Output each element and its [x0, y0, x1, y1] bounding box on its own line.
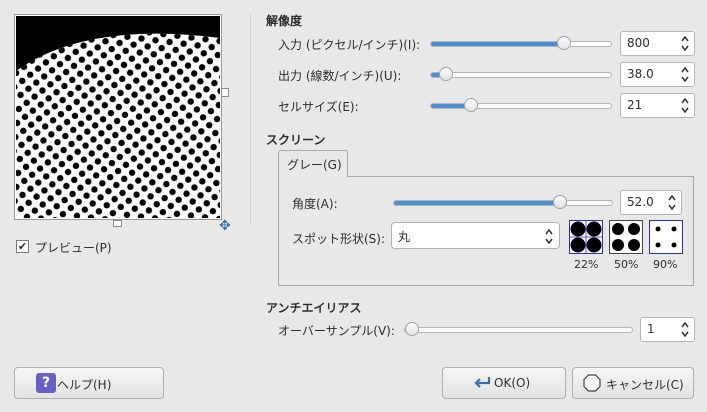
cell-size-spinner[interactable]: 21	[620, 93, 695, 118]
slider-thumb[interactable]	[439, 67, 453, 81]
cancel-button[interactable]: キャンセル(C)	[572, 367, 694, 399]
ok-button-label[interactable]: OK(O)	[494, 376, 530, 390]
preview-panel	[14, 14, 222, 220]
help-icon: ?	[36, 373, 56, 393]
output-lpi-spinner[interactable]: 38.0	[620, 62, 695, 87]
preview-vscroll-handle[interactable]	[221, 88, 229, 97]
angle-spinner[interactable]: 52.0	[620, 190, 682, 215]
spot-shape-select[interactable]: 丸	[391, 222, 560, 249]
halftone-preview-image	[16, 16, 220, 218]
swatch-90-image	[649, 220, 683, 254]
ok-button[interactable]: OK(O)	[442, 367, 566, 399]
spot-shape-value[interactable]: 丸	[398, 228, 410, 245]
output-lpi-label: 出力 (線数/インチ)(U):	[278, 69, 402, 83]
slider-thumb[interactable]	[553, 195, 567, 209]
angle-label: 角度(A):	[292, 197, 338, 211]
help-button-label[interactable]: ヘルプ(H)	[57, 376, 111, 393]
spin-arrows-icon[interactable]	[680, 320, 690, 339]
cell-size-slider[interactable]	[430, 98, 612, 112]
cell-size-value[interactable]: 21	[627, 98, 642, 112]
swatch-90-label: 90%	[653, 258, 678, 271]
cell-size-label: セルサイズ(E):	[278, 100, 359, 114]
navigate-move-icon[interactable]: ✥	[219, 219, 233, 233]
slider-thumb[interactable]	[557, 36, 571, 50]
angle-slider[interactable]	[393, 195, 613, 209]
slider-thumb[interactable]	[405, 322, 419, 336]
swatch-50-image	[609, 220, 643, 254]
tab-gray[interactable]: グレー(G)	[278, 150, 348, 177]
input-resolution-slider[interactable]	[430, 36, 612, 50]
oversample-label: オーバーサンプル(V):	[278, 324, 395, 338]
preview-checkbox-label[interactable]: プレビュー(P)	[35, 239, 112, 256]
spin-arrows-icon[interactable]	[680, 96, 690, 115]
return-arrow-icon	[474, 377, 491, 388]
angle-value[interactable]: 52.0	[627, 195, 654, 209]
cancel-icon	[583, 374, 601, 392]
oversample-value[interactable]: 1	[647, 322, 655, 336]
spot-shape-label: スポット形状(S):	[292, 232, 386, 246]
swatch-22-image	[569, 220, 603, 254]
spin-arrows-icon[interactable]	[680, 34, 690, 53]
combo-arrows-icon[interactable]	[544, 227, 554, 246]
input-resolution-spinner[interactable]: 800	[620, 31, 695, 56]
swatch-22-label: 22%	[574, 258, 599, 271]
slider-thumb[interactable]	[464, 98, 478, 112]
output-lpi-slider[interactable]	[430, 67, 612, 81]
preview-checkbox[interactable]: ✔	[16, 240, 29, 253]
oversample-slider[interactable]	[404, 322, 633, 336]
help-button[interactable]: ? ヘルプ(H)	[14, 367, 164, 399]
vertical-divider	[250, 14, 251, 224]
output-lpi-value[interactable]: 38.0	[627, 67, 654, 81]
swatch-50-label: 50%	[614, 258, 639, 271]
spin-arrows-icon[interactable]	[667, 193, 677, 212]
tab-gray-label[interactable]: グレー(G)	[287, 156, 342, 173]
input-resolution-label: 入力 (ピクセル/インチ)(I):	[278, 38, 421, 52]
preview-hscroll[interactable]	[14, 219, 220, 227]
preview-vscroll[interactable]	[221, 14, 229, 218]
antialias-header: アンチエイリアス	[266, 301, 362, 315]
screen-header: スクリーン	[266, 133, 326, 147]
preview-hscroll-handle[interactable]	[113, 220, 122, 227]
resolution-header: 解像度	[266, 14, 303, 28]
oversample-spinner[interactable]: 1	[640, 317, 695, 342]
spin-arrows-icon[interactable]	[680, 65, 690, 84]
input-resolution-value[interactable]: 800	[627, 36, 650, 50]
cancel-button-label[interactable]: キャンセル(C)	[606, 376, 684, 393]
